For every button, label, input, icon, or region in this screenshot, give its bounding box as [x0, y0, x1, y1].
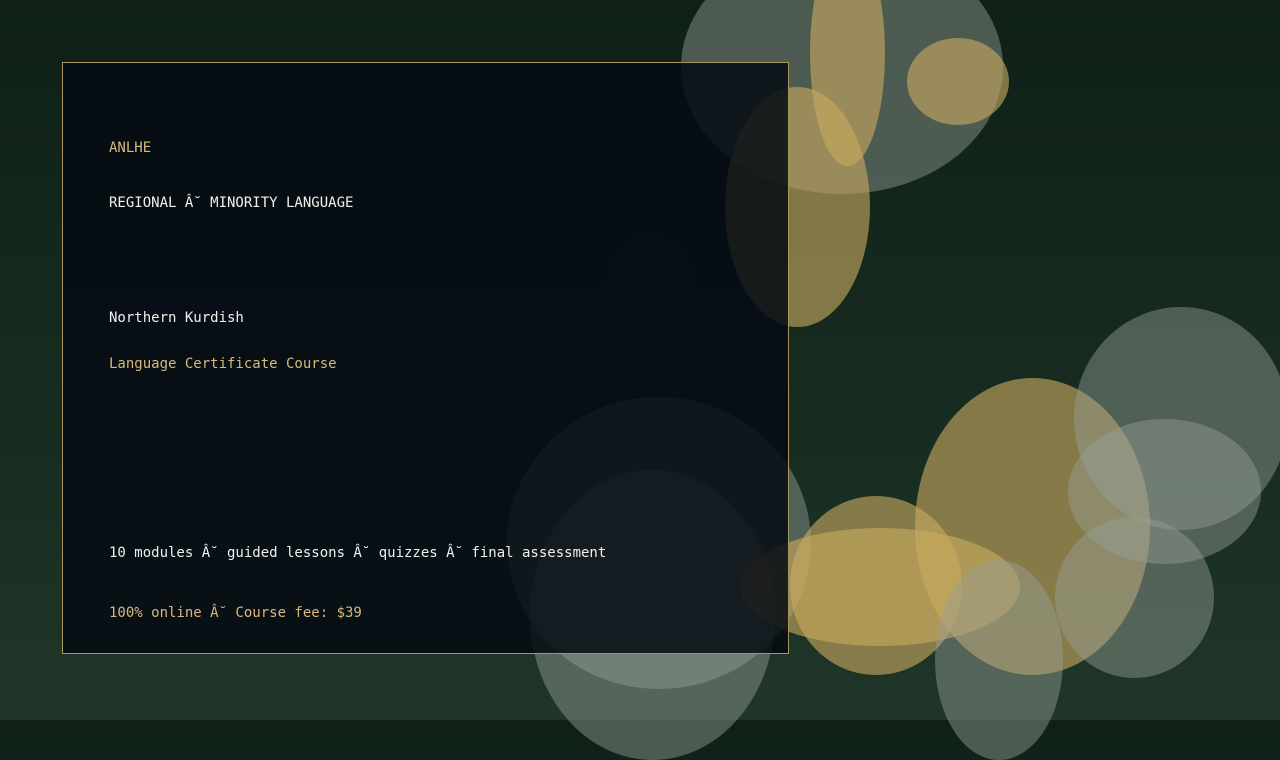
- bokeh-circle: [935, 560, 1063, 760]
- bokeh-circle: [1055, 517, 1214, 678]
- bokeh-circle: [907, 38, 1009, 125]
- language-name: Northern Kurdish: [109, 310, 244, 326]
- course-subtitle: Language Certificate Course: [109, 356, 337, 372]
- brand-name: ANLHE: [109, 140, 152, 156]
- course-details: 10 modules Â˘ guided lessons Â˘ quizzes …: [109, 545, 607, 561]
- category-label: REGIONAL Â˘ MINORITY LANGUAGE: [109, 195, 354, 211]
- course-pricing: 100% online Â˘ Course fee: $39: [109, 605, 362, 621]
- course-card: ANLHE REGIONAL Â˘ MINORITY LANGUAGE Nort…: [62, 62, 789, 654]
